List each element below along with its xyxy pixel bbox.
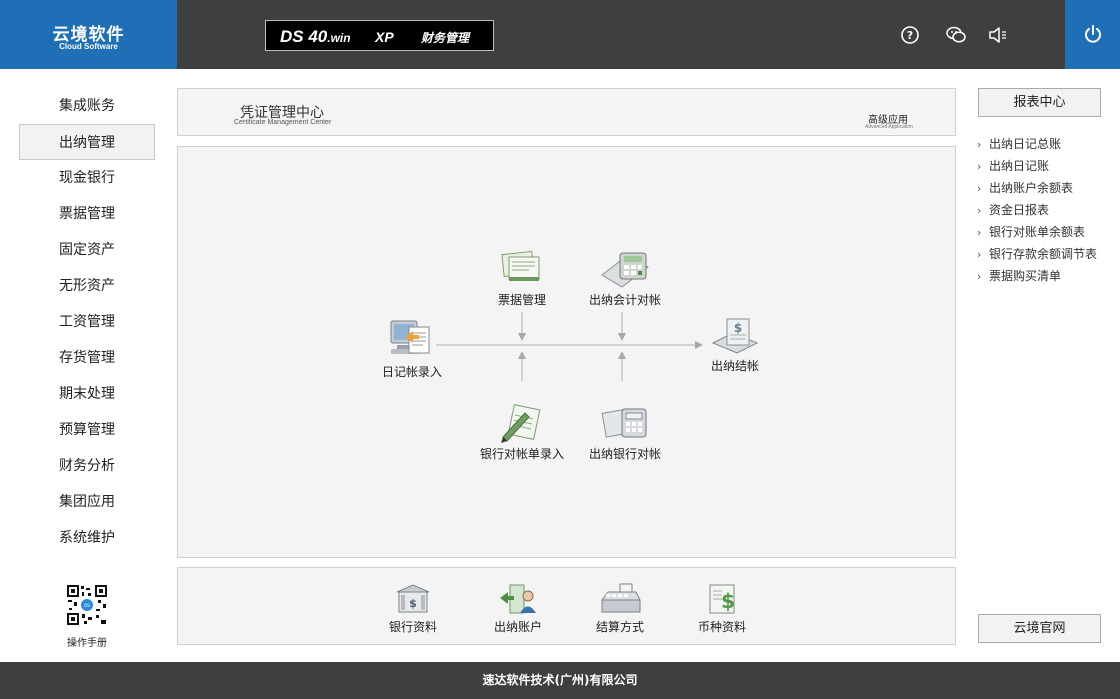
ledger-dollar-icon: $ (711, 318, 759, 354)
svg-text:$: $ (409, 597, 417, 610)
flow-bill-mgmt-label: 票据管理 (497, 293, 546, 307)
cash-register-icon (601, 583, 641, 613)
report-list: › 出纳日记总账 › 出纳日记账 › 出纳账户余额表 › 资金日报表 › 银行对账单余额表… (977, 135, 1117, 289)
sidebar-item-fixed-assets[interactable]: 固定资产 (19, 232, 155, 268)
workflow-panel: 日记帐录入 票据管理 出纳会计对帐 银行对帐单录入 出纳银行对帐 $ 出纳结帐 (177, 146, 956, 558)
center-header: 凭证管理中心 Certificate Management Center 高级应… (177, 88, 956, 136)
flow-cash-close-label: 出纳结帐 (710, 359, 759, 373)
page-subtitle: Certificate Management Center (234, 119, 332, 126)
product-ds-text: DS 40 (280, 27, 328, 46)
computer-icon (390, 320, 430, 354)
tool-bank-info-label: 银行资料 (388, 620, 437, 634)
flow-journal-entry[interactable]: 日记帐录入 (372, 317, 452, 380)
top-header: 云境软件 Cloud Software DS 40.win XP 财务管理 ? (0, 0, 1120, 69)
report-link-label: 票据购买清单 (989, 269, 1062, 283)
qr-code-icon[interactable]: DS (66, 584, 108, 626)
chevron-right-icon: › (977, 270, 982, 283)
sidebar-item-group[interactable]: 集团应用 (19, 484, 155, 520)
wechat-icon[interactable] (945, 24, 967, 46)
flow-journal-entry-label: 日记帐录入 (381, 365, 442, 379)
tool-cash-account-label: 出纳账户 (493, 620, 542, 634)
report-link[interactable]: › 出纳日记总账 (977, 135, 1117, 157)
product-module: 财务管理 (421, 31, 470, 45)
calculator-doc-icon (601, 408, 647, 438)
advanced-app-en: Advanced Application (865, 124, 913, 130)
sidebar-item-bills[interactable]: 票据管理 (19, 196, 155, 232)
svg-text:$: $ (721, 589, 735, 613)
official-site-button[interactable]: 云境官网 (978, 614, 1101, 643)
logo: 云境软件 Cloud Software (0, 0, 177, 69)
sidebar-item-intangible-assets[interactable]: 无形资产 (19, 268, 155, 304)
product-banner: DS 40.win XP 财务管理 (265, 20, 494, 51)
flow-cash-acct-reconcile-label: 出纳会计对帐 (588, 293, 661, 307)
product-ds: DS 40.win (280, 27, 351, 47)
chevron-right-icon: › (977, 204, 982, 217)
report-link-label: 出纳日记总账 (989, 137, 1062, 151)
chevron-right-icon: › (977, 248, 982, 261)
power-icon (1085, 25, 1101, 43)
report-link[interactable]: › 出纳日记账 (977, 157, 1117, 179)
statement-pen-icon (501, 404, 541, 443)
chevron-right-icon: › (977, 138, 982, 151)
chevron-right-icon: › (977, 182, 982, 195)
sidebar-nav: 集成账务 出纳管理 现金银行 票据管理 固定资产 无形资产 工资管理 存货管理 … (19, 88, 155, 556)
report-link-label: 出纳日记账 (989, 159, 1050, 173)
company-name: 速达软件技术(广州)有限公司 (482, 673, 638, 687)
power-button[interactable] (1065, 0, 1120, 69)
chevron-right-icon: › (977, 160, 982, 173)
tool-settlement-label: 结算方式 (595, 620, 644, 634)
report-link-label: 银行存款余额调节表 (989, 247, 1098, 261)
tool-currency[interactable]: $ 币种资料 (682, 582, 762, 635)
report-link-label: 资金日报表 (989, 203, 1050, 217)
flow-cash-acct-reconcile[interactable]: 出纳会计对帐 (580, 247, 670, 308)
sidebar-item-period-end[interactable]: 期末处理 (19, 376, 155, 412)
workflow-arrows (436, 312, 703, 381)
flow-bill-mgmt[interactable]: 票据管理 (482, 247, 562, 308)
tool-cash-account[interactable]: 出纳账户 (478, 582, 558, 635)
bank-icon: $ (396, 584, 430, 613)
report-link-label: 银行对账单余额表 (989, 225, 1086, 239)
report-center-button[interactable]: 报表中心 (978, 88, 1101, 117)
bills-icon (501, 250, 540, 281)
calculator-icon (601, 252, 649, 288)
sidebar-item-inventory[interactable]: 存货管理 (19, 340, 155, 376)
footer: 速达软件技术(广州)有限公司 (0, 662, 1120, 699)
account-user-icon (500, 584, 536, 614)
report-link[interactable]: › 票据购买清单 (977, 267, 1117, 289)
product-xp: XP (375, 29, 394, 45)
help-icon[interactable]: ? (899, 24, 921, 46)
chevron-right-icon: › (977, 226, 982, 239)
sidebar-item-cash-bank[interactable]: 现金银行 (19, 160, 155, 196)
sidebar-item-cashier[interactable]: 出纳管理 (19, 124, 155, 160)
flow-cash-bank-reconcile-label: 出纳银行对帐 (588, 447, 661, 461)
manual-label[interactable]: 操作手册 (50, 634, 124, 649)
flow-bank-statement-entry-label: 银行对帐单录入 (479, 447, 564, 461)
flow-bank-statement-entry[interactable]: 银行对帐单录入 (476, 401, 568, 462)
report-link[interactable]: › 银行对账单余额表 (977, 223, 1117, 245)
svg-text:?: ? (907, 29, 913, 42)
flow-cash-close[interactable]: $ 出纳结帐 (699, 313, 771, 374)
tool-bank-info[interactable]: $ 银行资料 (373, 582, 453, 635)
product-win-text: .win (327, 31, 351, 45)
currency-icon: $ (709, 584, 735, 614)
report-link[interactable]: › 资金日报表 (977, 201, 1117, 223)
sidebar-item-financial-analysis[interactable]: 财务分析 (19, 448, 155, 484)
tool-settlement[interactable]: 结算方式 (580, 582, 660, 635)
sidebar-item-payroll[interactable]: 工资管理 (19, 304, 155, 340)
sidebar-item-budget[interactable]: 预算管理 (19, 412, 155, 448)
basic-data-panel: $ 银行资料 出纳账户 结算方式 $ 币种资料 (177, 567, 956, 645)
sidebar-item-integrated-accounts[interactable]: 集成账务 (19, 88, 155, 124)
svg-text:DS: DS (84, 603, 90, 608)
tool-currency-label: 币种资料 (697, 620, 746, 634)
flow-cash-bank-reconcile[interactable]: 出纳银行对帐 (580, 401, 670, 462)
report-link[interactable]: › 出纳账户余额表 (977, 179, 1117, 201)
sidebar-item-system[interactable]: 系统维护 (19, 520, 155, 556)
svg-text:$: $ (734, 321, 742, 335)
logo-en-text: Cloud Software (59, 42, 118, 51)
report-link[interactable]: › 银行存款余额调节表 (977, 245, 1117, 267)
report-link-label: 出纳账户余额表 (989, 181, 1074, 195)
sound-icon[interactable] (987, 24, 1009, 46)
